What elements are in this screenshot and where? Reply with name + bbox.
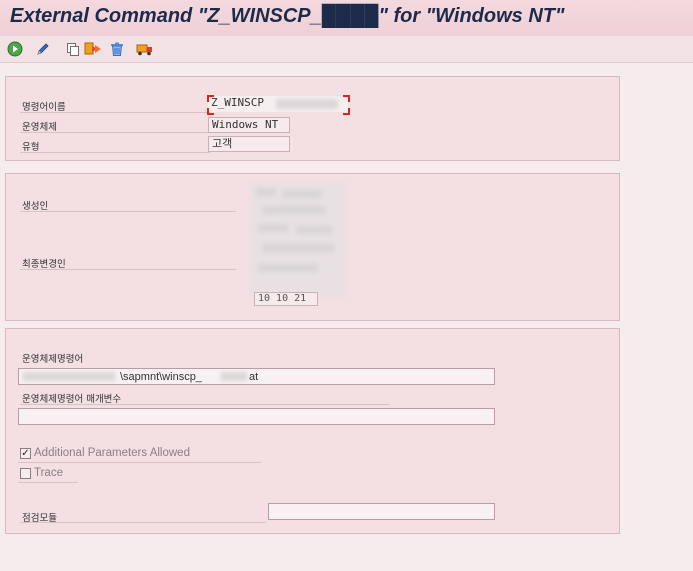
- os-label: 운영체제: [22, 122, 57, 133]
- additional-params-label: Additional Parameters Allowed: [34, 447, 190, 459]
- focus-marker-tl: [207, 95, 214, 102]
- os-command-value: \sapmnt\winscp_: [120, 371, 202, 383]
- trace-checkbox[interactable]: [20, 468, 31, 479]
- rename-icon[interactable]: [84, 40, 102, 58]
- title-bar: External Command "Z_WINSCP_████" for "Wi…: [0, 0, 693, 36]
- type-label: 유형: [22, 142, 40, 153]
- focus-marker-tr: [343, 95, 350, 102]
- changed-on-field: 10 10 21: [254, 292, 318, 306]
- label-underline: [20, 112, 210, 113]
- application-toolbar: [0, 36, 693, 63]
- copy-icon[interactable]: [64, 40, 82, 58]
- redacted-block: [262, 206, 326, 214]
- os-command-suffix: at: [249, 371, 259, 383]
- parameters-label: 운영체제명령어 매개변수: [22, 394, 122, 405]
- command-name-value: Z_WINSCP: [211, 96, 264, 109]
- check-module-field[interactable]: [268, 503, 495, 520]
- execute-icon[interactable]: [6, 40, 24, 58]
- redacted-text: [221, 372, 247, 381]
- redacted-block: [262, 244, 334, 252]
- label-underline: [20, 404, 390, 405]
- redacted-admin-values: [250, 184, 346, 296]
- label-underline: [20, 269, 236, 270]
- window-title: External Command "Z_WINSCP_████" for "Wi…: [10, 5, 565, 27]
- command-header-panel: 명령어이름 Z_WINSCP 운영체제 Windows NT 유형 고객: [5, 76, 620, 161]
- label-underline: [20, 132, 210, 133]
- administration-panel: 생성인 최종변경인 10 10 21: [5, 173, 620, 321]
- trash-icon[interactable]: [108, 40, 126, 58]
- redacted-text: [276, 99, 338, 109]
- label-underline: [20, 522, 266, 523]
- redacted-text: [23, 372, 115, 381]
- focus-marker-bl: [207, 108, 214, 115]
- os-command-label: 운영체제명령어: [22, 354, 84, 365]
- label-underline: [18, 482, 78, 483]
- command-name-label: 명령어이름: [22, 102, 66, 113]
- os-command-field[interactable]: \sapmnt\winscp_ at: [18, 368, 495, 385]
- label-underline: [20, 152, 210, 153]
- label-underline: [18, 462, 261, 463]
- transport-truck-icon[interactable]: [136, 40, 154, 58]
- created-by-label: 생성인: [22, 201, 49, 212]
- last-changed-by-label: 최종변경인: [22, 259, 66, 270]
- os-field[interactable]: Windows NT: [208, 117, 290, 133]
- parameters-field[interactable]: [18, 408, 495, 425]
- type-field[interactable]: 고객: [208, 136, 290, 152]
- redacted-block: [258, 264, 318, 272]
- label-underline: [20, 211, 236, 212]
- redacted-block: [282, 190, 322, 198]
- additional-params-checkbox[interactable]: ✓: [20, 448, 31, 459]
- focus-marker-br: [343, 108, 350, 115]
- redacted-block: [256, 188, 276, 196]
- trace-label: Trace: [34, 467, 63, 479]
- redacted-block: [296, 226, 332, 234]
- command-definition-panel: 운영체제명령어 \sapmnt\winscp_ at 운영체제명령어 매개변수 …: [5, 328, 620, 534]
- pencil-icon[interactable]: [34, 40, 52, 58]
- redacted-block: [258, 224, 288, 232]
